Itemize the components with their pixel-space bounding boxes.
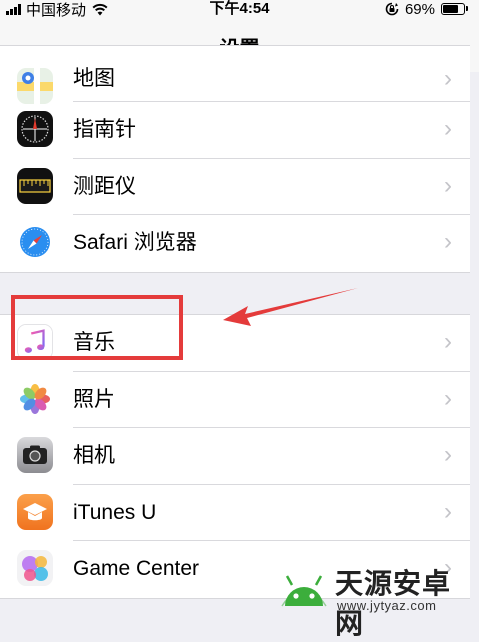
chevron-right-icon: › [444,115,452,142]
settings-row-label: 地图 [73,67,115,90]
battery-percent: 69% [404,0,435,18]
itunes-u-icon [17,493,53,530]
android-logo-icon [281,575,327,607]
chevron-right-icon: › [444,384,452,412]
status-bar: 中国移动 下午4:54 69% [0,0,479,22]
chevron-right-icon: › [444,497,452,525]
settings-row-photos[interactable]: 照片 › [0,372,470,428]
orientation-lock-icon [385,2,399,16]
settings-row-label: Game Center [73,557,200,580]
settings-group-utilities: 地图 › 指南针 › 测距仪 › Safari 浏览器 › [0,45,470,273]
settings-row-label: iTunes U [73,500,157,524]
measure-icon [17,167,53,204]
settings-row-compass[interactable]: 指南针 › [0,102,470,159]
chevron-right-icon: › [444,65,452,92]
chevron-right-icon: › [444,441,452,468]
safari-icon [17,224,53,260]
settings-row-label: 相机 [73,444,115,467]
settings-row-label: 测距仪 [73,174,136,198]
settings-row-label: 照片 [73,387,115,411]
watermark: 天源安卓网 www.jytyaz.com [277,558,473,640]
camera-icon [17,437,53,473]
settings-row-measure[interactable]: 测距仪 › [0,159,470,215]
compass-icon [17,111,53,147]
settings-row-maps[interactable]: 地图 › [0,46,470,104]
game-center-icon [17,550,53,586]
settings-row-safari[interactable]: Safari 浏览器 › [0,215,470,272]
chevron-right-icon: › [444,228,452,255]
watermark-url: www.jytyaz.com [337,598,437,613]
maps-icon [17,68,53,104]
highlight-box [11,295,183,360]
settings-row-label: 指南针 [73,118,136,141]
chevron-right-icon: › [444,171,452,199]
edge-strip [470,72,479,620]
photos-icon [17,380,53,417]
settings-row-camera[interactable]: 相机 › [0,428,470,485]
settings-row-label: Safari 浏览器 [73,231,197,254]
annotation-arrow [223,288,358,326]
battery-icon [441,3,468,15]
chevron-right-icon: › [444,328,452,355]
settings-row-itunes-u[interactable]: iTunes U › [0,485,470,541]
